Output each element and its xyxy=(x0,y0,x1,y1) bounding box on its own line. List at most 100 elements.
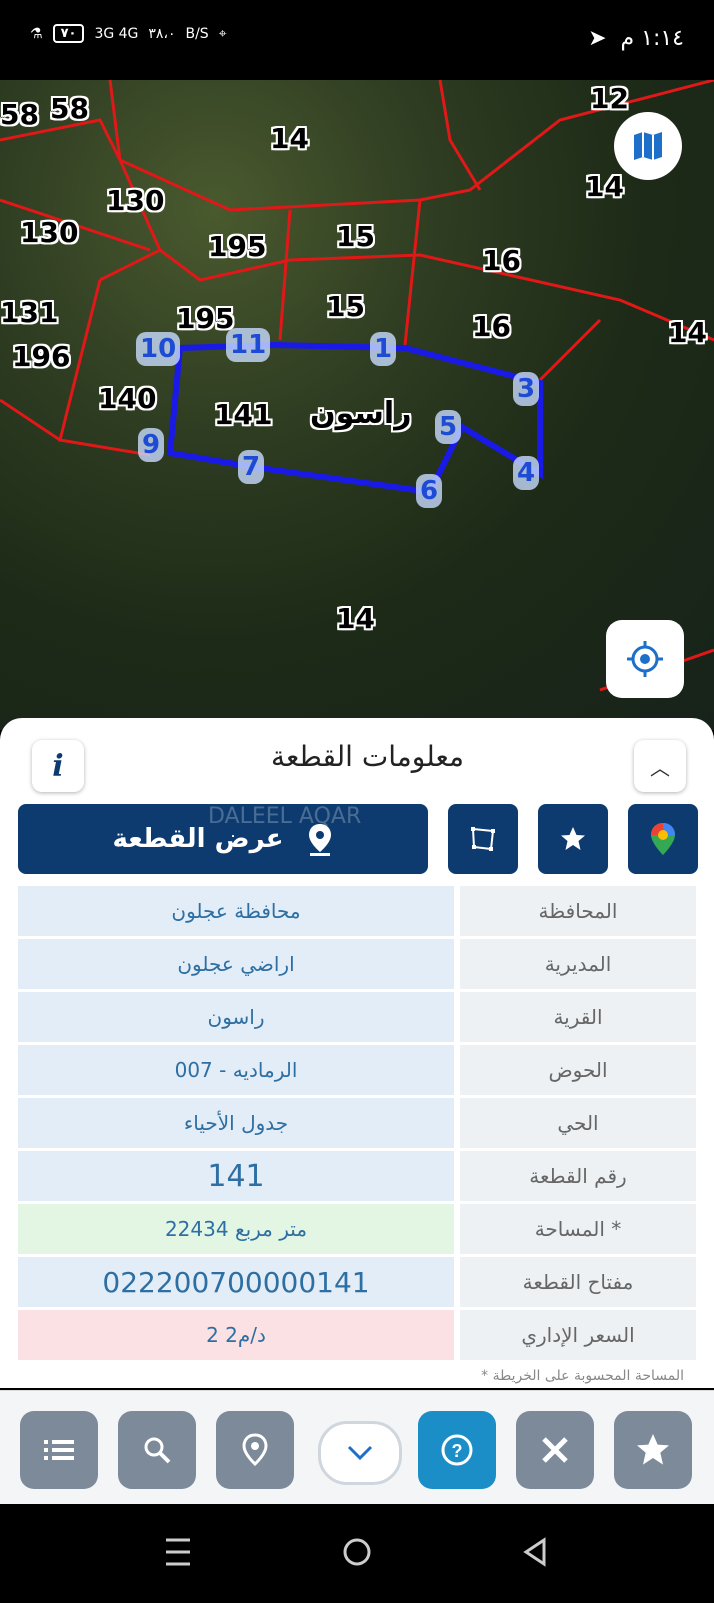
parcel-label: 15 xyxy=(336,220,375,253)
parcel-label: 195 xyxy=(208,230,267,263)
vertex-label: 6 xyxy=(416,474,443,508)
row-key: مفتاح القطعة xyxy=(460,1257,696,1307)
parcel-label: 141 xyxy=(214,398,273,431)
boundary-button[interactable] xyxy=(448,804,518,874)
location-pin-button[interactable] xyxy=(216,1411,294,1489)
parcel-label: 58 xyxy=(0,98,39,131)
star-icon xyxy=(561,827,585,850)
home-icon[interactable] xyxy=(343,1538,371,1566)
system-nav-icons xyxy=(166,1537,546,1567)
info-row-parcel-key: 022200700000141 مفتاح القطعة xyxy=(18,1257,696,1307)
vertex-label: 4 xyxy=(513,456,540,490)
search-button[interactable] xyxy=(118,1411,196,1489)
info-row-basin: الرماديه - 007 الحوض xyxy=(18,1045,696,1095)
row-value: محافظة عجلون xyxy=(18,886,454,936)
row-key: رقم القطعة xyxy=(460,1151,696,1201)
parcel-label: 140 xyxy=(98,382,157,415)
parcel-label: 195 xyxy=(176,302,235,335)
location-icon: ⌖ xyxy=(218,25,227,42)
vertex-label: 10 xyxy=(136,332,181,366)
row-key: القرية xyxy=(460,992,696,1042)
map-layers-button[interactable] xyxy=(614,112,682,180)
parcel-name: راسون xyxy=(310,396,412,431)
parcel-label: 14 xyxy=(270,122,309,155)
show-parcel-button[interactable]: عرض القطعة DALEEL AQAR xyxy=(18,804,428,874)
row-value: الرماديه - 007 xyxy=(18,1045,454,1095)
star-icon xyxy=(637,1434,669,1465)
parcel-label: 130 xyxy=(106,184,165,217)
vertex-label: 9 xyxy=(138,428,165,462)
tools-button[interactable] xyxy=(516,1411,594,1489)
parcel-label: 131 xyxy=(0,296,59,329)
list-icon xyxy=(44,1440,74,1460)
info-row-area: 22434 متر مربع المساحة * xyxy=(18,1204,696,1254)
row-value: 22434 متر مربع xyxy=(18,1204,454,1254)
google-maps-icon xyxy=(651,823,675,855)
parcel-label: 16 xyxy=(482,244,521,277)
back-icon[interactable] xyxy=(523,1537,546,1567)
sheet-title: معلومات القطعة xyxy=(271,740,464,773)
parcel-label: 14 xyxy=(336,602,375,635)
satellite-map[interactable]: 58 58 12 14 130 130 14 195 15 16 131 196… xyxy=(0,80,714,730)
parcel-label: 12 xyxy=(590,82,629,115)
clock: ١:١٤ م xyxy=(620,26,685,51)
row-value: اراضي عجلون xyxy=(18,939,454,989)
vertex-label: 3 xyxy=(513,372,540,406)
row-key: المساحة * xyxy=(460,1204,696,1254)
row-key: الحوض xyxy=(460,1045,696,1095)
info-row-governorate: محافظة عجلون المحافظة xyxy=(18,886,696,936)
search-icon xyxy=(144,1437,171,1464)
info-icon: i xyxy=(52,748,64,784)
favorite-button[interactable] xyxy=(538,804,608,874)
my-location-button[interactable] xyxy=(606,620,684,698)
status-right: ➤ ١:١٤ م xyxy=(588,26,684,51)
row-key: السعر الإداري xyxy=(460,1310,696,1360)
parcel-label: 14 xyxy=(668,316,707,349)
row-value: 2 د/م2 xyxy=(18,1310,454,1360)
battery-icon: ٧٠ xyxy=(52,24,85,43)
vertex-label: 5 xyxy=(435,410,462,444)
bottom-toolbar: ? xyxy=(0,1390,714,1505)
recents-icon[interactable] xyxy=(166,1538,190,1566)
row-value: 141 xyxy=(18,1151,454,1201)
status-left: ⚗ ٧٠ 3G 4G ٣٨،٠ B/S ⌖ xyxy=(30,24,227,43)
info-row-price: 2 د/م2 السعر الإداري xyxy=(18,1310,696,1360)
polygon-icon xyxy=(471,827,495,851)
parcel-label: 130 xyxy=(20,216,79,249)
watermark: DALEEL AQAR xyxy=(208,804,362,829)
favorites-button[interactable] xyxy=(614,1411,692,1489)
svg-text:?: ? xyxy=(452,1441,463,1461)
info-row-neighborhood: جدول الأحياء الحي xyxy=(18,1098,696,1148)
google-maps-button[interactable] xyxy=(628,804,698,874)
speed-value: ٣٨،٠ xyxy=(148,25,176,42)
row-key: المديرية xyxy=(460,939,696,989)
help-icon: ? xyxy=(441,1434,473,1466)
chevron-up-icon: ︿ xyxy=(650,755,670,780)
location-pin-icon xyxy=(242,1433,268,1467)
info-button[interactable]: i xyxy=(32,740,84,792)
crosshair-icon xyxy=(627,641,663,677)
tools-icon xyxy=(542,1437,568,1463)
row-value: 022200700000141 xyxy=(18,1257,454,1307)
chevron-down-icon xyxy=(347,1445,373,1461)
expand-toggle-button[interactable] xyxy=(318,1421,402,1485)
info-row-directorate: اراضي عجلون المديرية xyxy=(18,939,696,989)
telegram-icon: ➤ xyxy=(588,26,607,51)
info-row-parcel-number: 141 رقم القطعة xyxy=(18,1151,696,1201)
row-value: راسون xyxy=(18,992,454,1042)
row-key: المحافظة xyxy=(460,886,696,936)
row-key: الحي xyxy=(460,1098,696,1148)
map-icon xyxy=(634,132,662,160)
status-bar: ⚗ ٧٠ 3G 4G ٣٨،٠ B/S ⌖ ➤ ١:١٤ م xyxy=(0,0,714,80)
parcel-label: 14 xyxy=(585,170,624,203)
info-row-village: راسون القرية xyxy=(18,992,696,1042)
collapse-button[interactable]: ︿ xyxy=(634,740,686,792)
vertex-label: 7 xyxy=(238,450,265,484)
speed-unit: B/S xyxy=(185,25,209,42)
vertex-label: 11 xyxy=(226,328,271,362)
row-value: جدول الأحياء xyxy=(18,1098,454,1148)
network-label: 3G 4G xyxy=(94,25,139,42)
flask-icon: ⚗ xyxy=(30,25,43,42)
list-button[interactable] xyxy=(20,1411,98,1489)
help-button[interactable]: ? xyxy=(418,1411,496,1489)
